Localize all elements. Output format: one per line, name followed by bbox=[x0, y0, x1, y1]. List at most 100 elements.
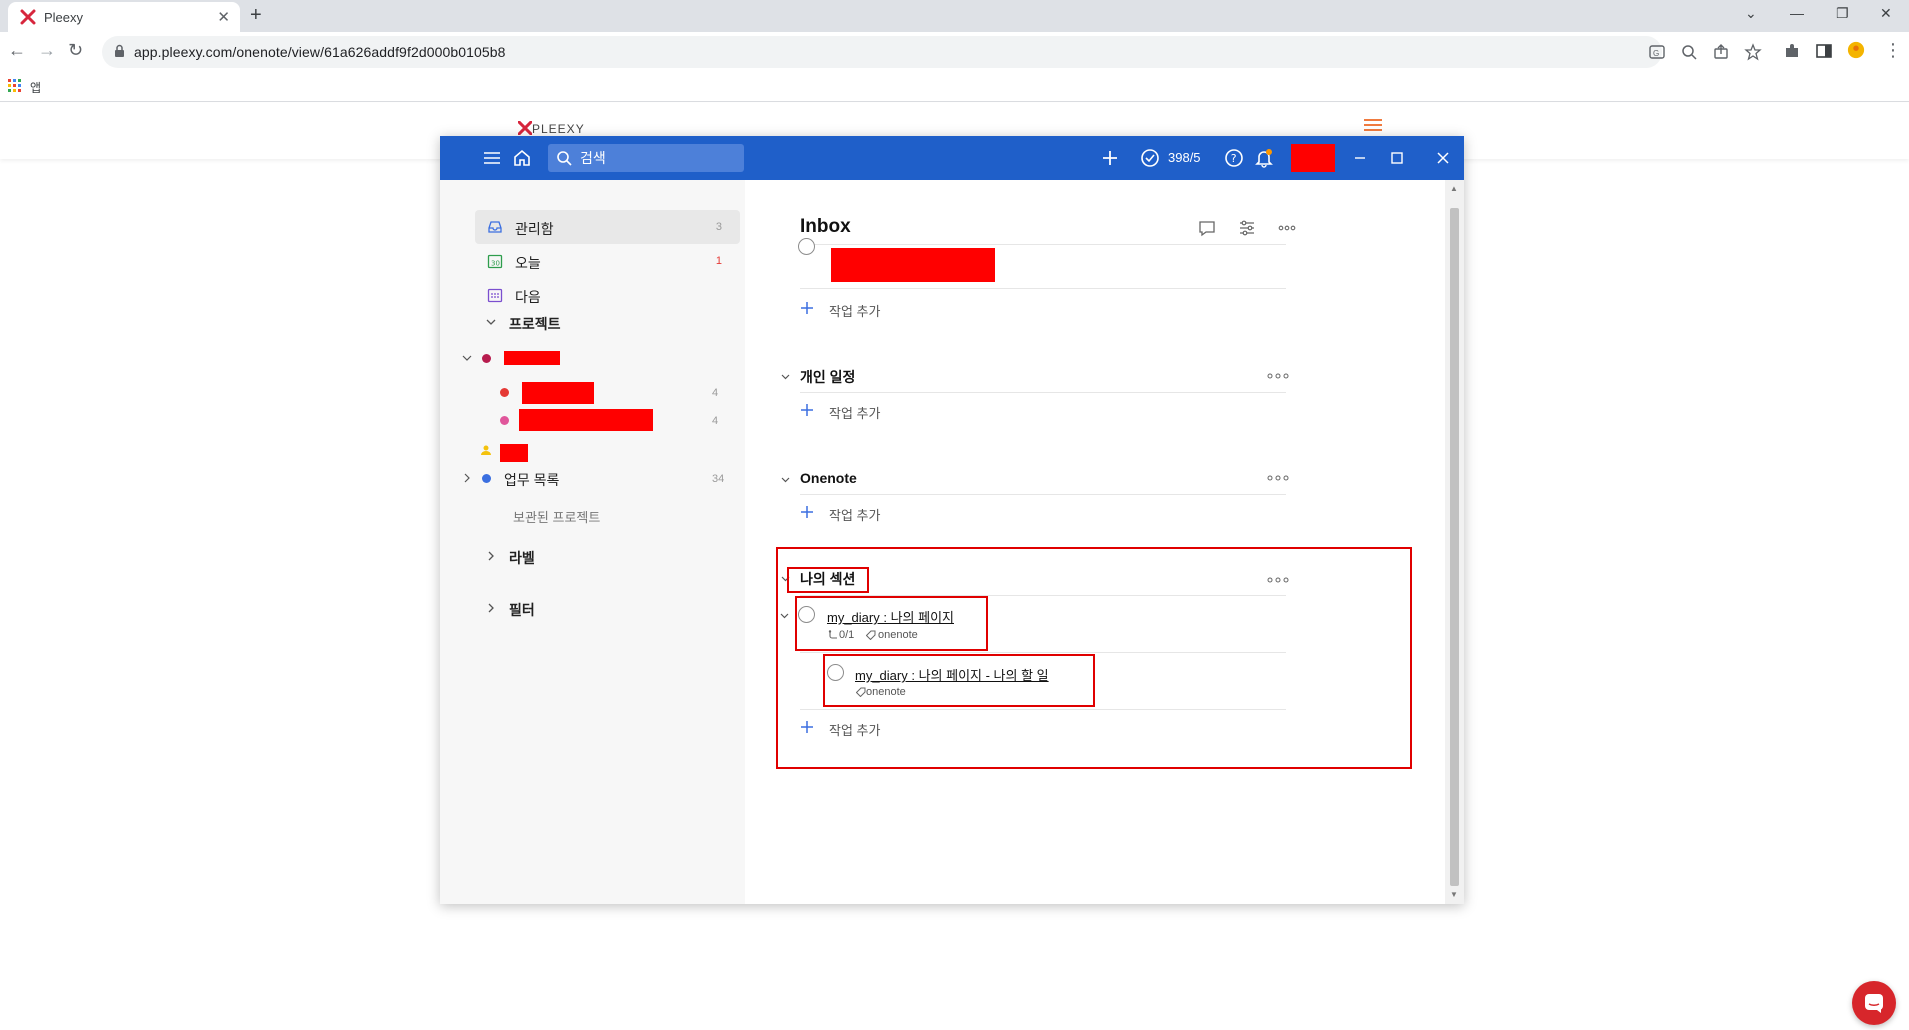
browser-toolbar: ← → ↻ app.pleexy.com/onenote/view/61a626… bbox=[0, 32, 1909, 72]
task-label[interactable]: onenote bbox=[878, 629, 918, 641]
bookmark-star-icon[interactable] bbox=[1744, 43, 1762, 61]
section-name: Onenote bbox=[800, 470, 857, 486]
view-settings-icon[interactable] bbox=[1237, 218, 1257, 238]
sidebar-item-today[interactable]: 30 오늘 1 bbox=[475, 244, 740, 278]
task-complete-checkbox[interactable] bbox=[827, 664, 844, 681]
calendar-upcoming-icon bbox=[487, 288, 503, 303]
calendar-today-icon: 30 bbox=[487, 254, 503, 269]
project-name-redacted bbox=[500, 444, 528, 462]
new-tab-button[interactable]: + bbox=[250, 4, 262, 27]
share-icon[interactable] bbox=[1712, 43, 1730, 61]
forward-icon[interactable]: → bbox=[38, 40, 56, 61]
extensions-puzzle-icon[interactable] bbox=[1783, 42, 1801, 60]
section-name: 개인 일정 bbox=[800, 369, 856, 385]
task-title[interactable]: my_diary : 나의 페이지 - 나의 할 일 bbox=[855, 665, 1049, 684]
side-panel-icon[interactable] bbox=[1815, 42, 1833, 60]
section-name: 나의 섹션 bbox=[800, 571, 856, 587]
project-count: 34 bbox=[712, 473, 725, 485]
karma-score[interactable]: 398/5 bbox=[1168, 150, 1201, 165]
chat-support-button[interactable] bbox=[1852, 981, 1896, 1025]
search-input[interactable] bbox=[580, 148, 738, 168]
section-more-icon[interactable] bbox=[1267, 575, 1289, 585]
scroll-down-icon[interactable]: ▼ bbox=[1450, 890, 1458, 899]
page-menu-icon[interactable] bbox=[1364, 118, 1382, 132]
home-icon[interactable] bbox=[512, 148, 532, 168]
divider bbox=[800, 494, 1286, 495]
add-icon[interactable] bbox=[1100, 148, 1120, 168]
sidebar-item-label: 관리함 bbox=[515, 221, 554, 237]
address-bar[interactable]: app.pleexy.com/onenote/view/61a626addf9f… bbox=[102, 36, 1762, 68]
plus-icon bbox=[801, 721, 813, 733]
lock-icon bbox=[115, 44, 124, 57]
chevron-right-icon[interactable] bbox=[462, 473, 472, 483]
help-icon[interactable]: ? bbox=[1224, 148, 1244, 168]
section-more-icon[interactable] bbox=[1267, 371, 1289, 381]
section-more-icon[interactable] bbox=[1267, 473, 1289, 483]
task-complete-checkbox[interactable] bbox=[798, 238, 815, 255]
hamburger-menu-icon[interactable] bbox=[482, 148, 502, 168]
sidebar-item-upcoming[interactable]: 다음 bbox=[475, 278, 740, 312]
project-item-1[interactable] bbox=[460, 344, 740, 372]
scrollbar-thumb[interactable] bbox=[1450, 208, 1459, 886]
project-name-redacted bbox=[504, 351, 560, 365]
task-title[interactable]: my_diary : 나의 페이지 bbox=[827, 607, 954, 626]
task-complete-checkbox[interactable] bbox=[798, 606, 815, 623]
svg-text:30: 30 bbox=[491, 260, 500, 268]
tab-close-icon[interactable]: ✕ bbox=[217, 8, 230, 26]
chevron-down-icon[interactable] bbox=[462, 353, 472, 363]
more-options-icon[interactable] bbox=[1277, 218, 1297, 238]
divider bbox=[800, 288, 1286, 289]
scroll-up-icon[interactable]: ▲ bbox=[1450, 184, 1458, 193]
app-maximize-icon[interactable] bbox=[1387, 148, 1407, 168]
sidebar-item-label: 다음 bbox=[515, 289, 541, 305]
app-close-icon[interactable] bbox=[1433, 148, 1453, 168]
filters-header-label: 필터 bbox=[509, 602, 535, 618]
divider bbox=[800, 392, 1286, 393]
apps-label[interactable]: 앱 bbox=[30, 79, 41, 96]
user-avatar-redacted[interactable] bbox=[1291, 144, 1335, 172]
window-close-icon[interactable]: ✕ bbox=[1880, 5, 1892, 22]
karma-check-icon[interactable] bbox=[1140, 148, 1160, 168]
browser-tab-pleexy[interactable]: Pleexy ✕ bbox=[8, 2, 240, 32]
pleexy-app-window: 398/5 ? 관리함 3 30 오늘 1 다음 프로젝트 bbox=[440, 136, 1464, 904]
project-item-work-list[interactable]: 업무 목록 34 bbox=[460, 464, 740, 492]
page-title: Inbox bbox=[800, 216, 851, 237]
subtask-icon bbox=[828, 630, 837, 639]
archived-projects-link[interactable]: 보관된 프로젝트 bbox=[513, 507, 600, 526]
sidebar: 관리함 3 30 오늘 1 다음 프로젝트 4 4 업무 목록 34 보관된 프… bbox=[440, 180, 745, 904]
app-header: 398/5 ? bbox=[440, 136, 1464, 180]
app-minimize-icon[interactable] bbox=[1350, 148, 1370, 168]
profile-avatar-icon[interactable] bbox=[1847, 41, 1865, 59]
project-label: 업무 목록 bbox=[504, 472, 560, 488]
label-tag-icon bbox=[856, 687, 866, 697]
subtask-progress: 0/1 bbox=[839, 629, 855, 641]
task-label[interactable]: onenote bbox=[866, 686, 906, 698]
project-item-3[interactable]: 4 bbox=[495, 406, 740, 434]
search-box[interactable] bbox=[548, 144, 744, 172]
project-item-2[interactable]: 4 bbox=[495, 378, 740, 406]
window-minimize-icon[interactable]: — bbox=[1790, 5, 1804, 21]
zoom-icon[interactable] bbox=[1680, 43, 1698, 61]
sidebar-item-inbox[interactable]: 관리함 3 bbox=[475, 210, 740, 244]
comment-icon[interactable] bbox=[1197, 218, 1217, 238]
browser-tab-bar: Pleexy ✕ + ⌄ — ❐ ✕ bbox=[0, 0, 1909, 32]
vertical-scrollbar[interactable]: ▲ ▼ bbox=[1445, 180, 1464, 904]
project-item-shared[interactable] bbox=[480, 436, 740, 464]
reload-icon[interactable]: ↻ bbox=[68, 40, 83, 61]
apps-grid-icon[interactable] bbox=[8, 79, 22, 93]
sidebar-item-count: 3 bbox=[715, 221, 722, 233]
notification-bell-icon[interactable] bbox=[1254, 148, 1274, 168]
browser-menu-icon[interactable]: ⋮ bbox=[1884, 40, 1902, 61]
chevron-down-icon bbox=[781, 477, 790, 483]
project-name-redacted bbox=[519, 409, 653, 431]
back-icon[interactable]: ← bbox=[8, 40, 26, 61]
project-color-dot bbox=[482, 354, 491, 363]
chevron-down-icon[interactable] bbox=[779, 610, 790, 621]
window-restore-icon[interactable]: ❐ bbox=[1836, 5, 1849, 22]
translate-icon[interactable]: G bbox=[1648, 43, 1666, 61]
sidebar-item-label: 오늘 bbox=[515, 255, 541, 271]
plus-icon bbox=[801, 302, 813, 314]
chevron-right-icon bbox=[488, 551, 494, 561]
tab-search-icon[interactable]: ⌄ bbox=[1745, 5, 1757, 22]
plus-icon bbox=[801, 506, 813, 518]
